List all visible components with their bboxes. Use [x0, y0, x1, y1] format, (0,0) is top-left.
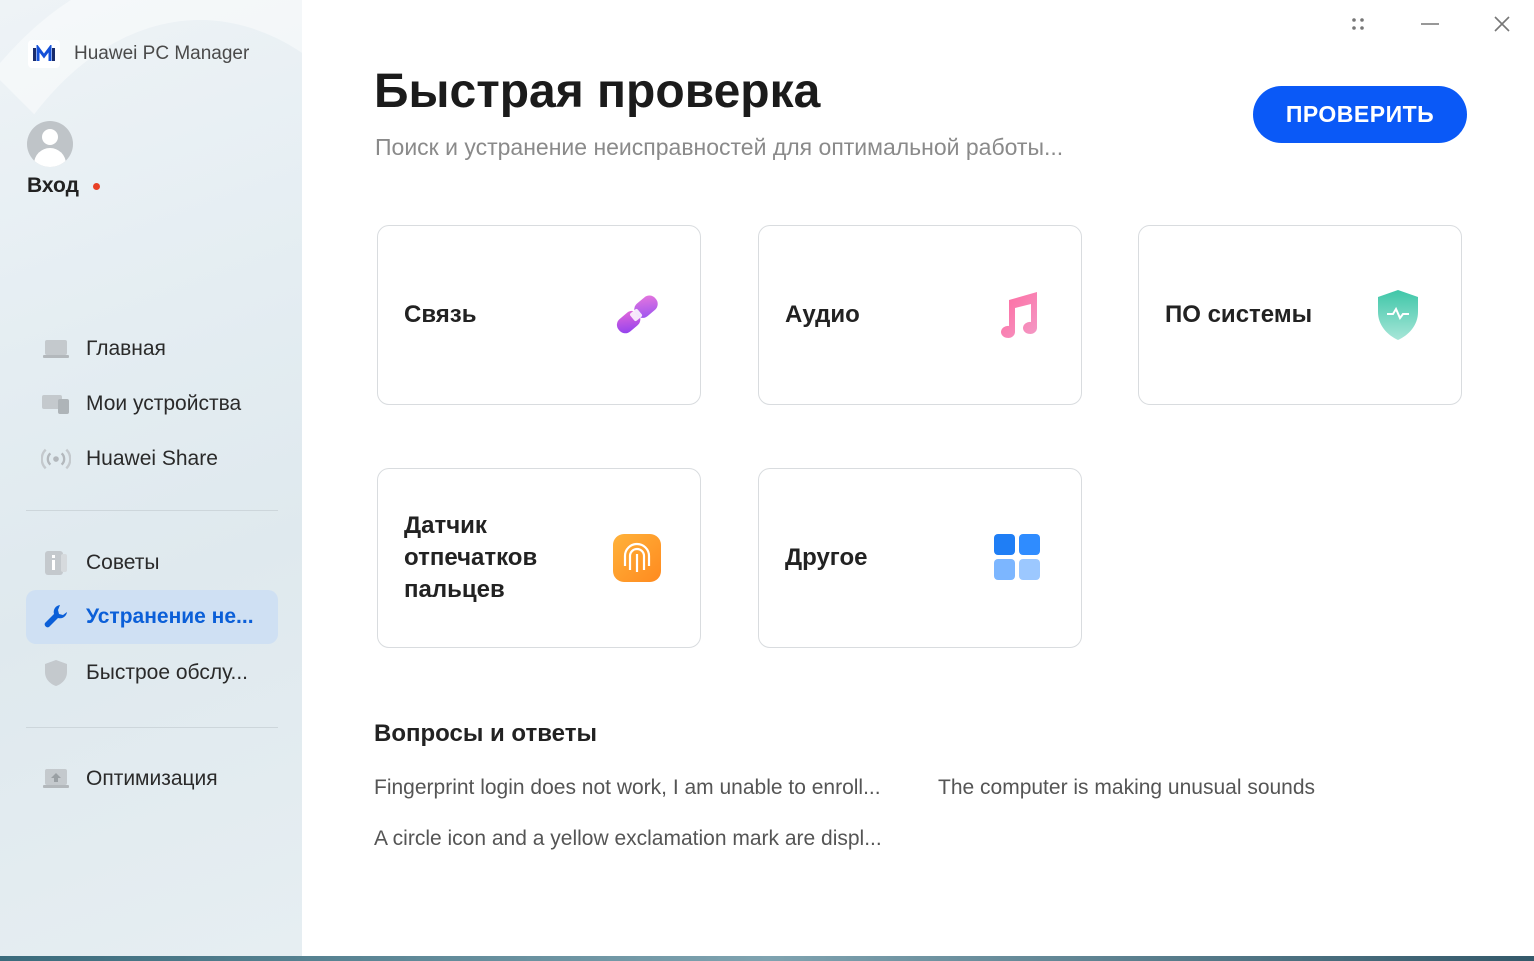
card-fingerprint-sensor[interactable]: Датчик отпечатков пальцев: [377, 468, 701, 648]
taskbar-edge: [0, 956, 1534, 961]
qa-link[interactable]: The computer is making unusual sounds: [938, 776, 1315, 800]
page-subtitle: Поиск и устранение неисправностей для оп…: [375, 134, 1064, 160]
sidebar-item-label: Устранение не...: [86, 605, 254, 628]
connection-link-icon: [610, 288, 664, 342]
app-header: Huawei PC Manager: [28, 40, 249, 68]
login-label[interactable]: Вход: [27, 174, 79, 198]
sidebar-item-tips[interactable]: Советы: [26, 536, 278, 590]
sidebar-item-optimize[interactable]: Оптимизация: [26, 752, 278, 806]
wrench-icon: [41, 605, 71, 629]
close-icon: [1494, 16, 1510, 32]
login-row[interactable]: Вход: [27, 174, 100, 198]
system-shield-icon: [1371, 288, 1425, 342]
card-label: Связь: [404, 301, 477, 328]
tips-icon: [41, 551, 71, 575]
sidebar-item-quick-service[interactable]: Быстрое обслу...: [26, 646, 278, 700]
grid-apps-icon: [991, 531, 1045, 585]
card-system-software[interactable]: ПО системы: [1138, 225, 1462, 405]
check-button[interactable]: ПРОВЕРИТЬ: [1253, 86, 1467, 143]
avatar[interactable]: [27, 121, 73, 167]
dots-grid-icon: [1352, 18, 1364, 30]
card-label: Другое: [785, 544, 868, 571]
close-button[interactable]: [1488, 10, 1516, 38]
sidebar-divider: [26, 510, 278, 511]
share-signal-icon: [41, 447, 71, 471]
sidebar-item-label: Оптимизация: [86, 767, 218, 790]
sidebar-divider: [26, 727, 278, 728]
optimize-icon: [41, 767, 71, 791]
card-label: Датчик отпечатков пальцев: [404, 512, 538, 603]
qa-section-title: Вопросы и ответы: [374, 720, 597, 747]
devices-icon: [41, 392, 71, 416]
sidebar-item-troubleshoot[interactable]: Устранение не...: [26, 590, 278, 644]
app-title: Huawei PC Manager: [74, 43, 250, 64]
minimize-button[interactable]: [1416, 10, 1444, 38]
sidebar-item-label: Советы: [86, 551, 160, 574]
notification-dot: [92, 182, 100, 190]
qa-link[interactable]: A circle icon and a yellow exclamation m…: [374, 827, 882, 851]
card-connection[interactable]: Связь: [377, 225, 701, 405]
page-title: Быстрая проверка: [374, 65, 821, 118]
card-audio[interactable]: Аудио: [758, 225, 1082, 405]
laptop-icon: [41, 337, 71, 361]
qa-link[interactable]: Fingerprint login does not work, I am un…: [374, 776, 881, 800]
sidebar-item-label: Главная: [86, 337, 166, 360]
sidebar-item-label: Мои устройства: [86, 392, 242, 415]
sidebar-item-huawei-share[interactable]: Huawei Share: [26, 432, 278, 486]
sidebar-item-home[interactable]: Главная: [26, 322, 278, 376]
shield-icon: [41, 660, 71, 686]
sidebar-item-label: Быстрое обслу...: [86, 661, 248, 684]
sidebar: Huawei PC Manager Вход Главная Мои устро…: [0, 0, 302, 961]
sidebar-item-my-devices[interactable]: Мои устройства: [26, 377, 278, 431]
card-label: Аудио: [785, 301, 860, 328]
music-note-icon: [991, 288, 1045, 342]
app-logo-icon: [28, 40, 60, 68]
fingerprint-icon: [610, 531, 664, 585]
minimize-icon: [1421, 23, 1439, 25]
card-label: ПО системы: [1165, 301, 1313, 328]
card-other[interactable]: Другое: [758, 468, 1082, 648]
mini-mode-button[interactable]: [1344, 10, 1372, 38]
sidebar-item-label: Huawei Share: [86, 447, 218, 470]
